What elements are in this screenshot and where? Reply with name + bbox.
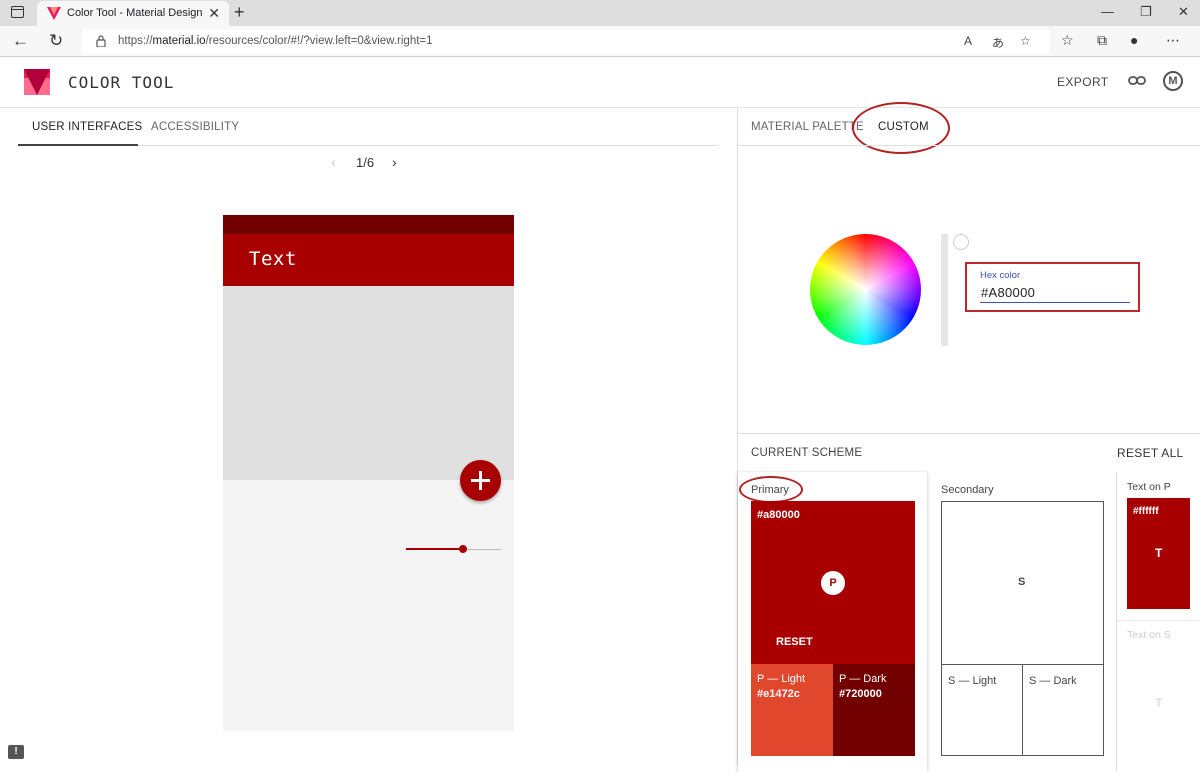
text-on-primary-label: Text on P [1127,481,1171,493]
preview-content-area [223,286,514,480]
tab-actions-icon[interactable] [11,6,24,18]
primary-hex: #a80000 [757,509,800,521]
material-favicon-icon [47,7,61,20]
refresh-icon[interactable]: ↻ [49,31,63,51]
text-on-secondary-badge: T [1155,696,1163,710]
text-on-primary-swatch[interactable]: #ffffff T [1127,498,1190,609]
tab-title: Color Tool - Material Design [67,7,203,19]
annotation-circle-custom [852,102,950,154]
pager-prev-icon[interactable]: ‹ [331,154,336,170]
tab-accessibility[interactable]: ACCESSIBILITY [151,121,239,133]
primary-light-swatch[interactable]: P — Light #e1472c [751,664,833,756]
maximize-icon[interactable]: ❐ [1140,4,1152,20]
text-on-primary-badge: T [1155,546,1163,560]
value-slider-knob[interactable] [953,234,969,250]
right-panel: MATERIAL PALETTE CUSTOM Hex color #A8000… [737,102,1200,772]
reset-all-button[interactable]: RESET ALL [1117,446,1184,460]
feedback-icon[interactable]: ! [8,745,24,759]
secondary-dark-swatch[interactable]: S — Dark [1022,664,1104,756]
secondary-light-label: S — Light [948,675,997,687]
favorites-icon[interactable]: ☆ [1061,32,1074,49]
text-on-primary-hex: #ffffff [1133,506,1159,517]
pager-counter: 1/6 [356,155,375,170]
material-logo-icon[interactable]: M [1163,71,1183,91]
hex-color-field[interactable]: Hex color #A80000 [965,262,1140,312]
text-card-divider [1117,620,1200,621]
profile-icon[interactable]: ● [1130,32,1138,48]
primary-dark-label: P — Dark [839,673,887,685]
preview-fab-add-icon[interactable] [460,460,501,501]
hex-color-label: Hex color [980,270,1021,281]
primary-swatch[interactable]: #a80000 P RESET [751,501,915,664]
color-tool-logo-icon [24,69,50,95]
preview-slider-thumb[interactable] [459,545,467,553]
annotation-circle-primary [739,476,803,503]
primary-dark-swatch[interactable]: P — Dark #720000 [833,664,915,756]
secondary-light-swatch[interactable]: S — Light [941,664,1023,756]
favorite-add-icon[interactable]: ☆ [1020,34,1031,48]
more-menu-icon[interactable]: ⋯ [1166,32,1180,49]
tab-divider [738,145,1200,146]
secondary-dark-label: S — Dark [1029,675,1077,687]
link-icon[interactable] [1128,74,1146,88]
preview-slider-fill [406,548,463,550]
text-color-card: Text on P #ffffff T Text on S T [1116,472,1200,772]
minimize-icon[interactable]: — [1101,4,1114,19]
browser-tab-bar: Color Tool - Material Design ✕ + — ❐ ✕ [0,0,1200,26]
left-panel: USER INTERFACES ACCESSIBILITY ‹ 1/6 › Te… [0,108,737,766]
value-slider[interactable] [941,234,948,346]
primary-badge: P [821,571,845,595]
address-bar[interactable]: https://material.io/resources/color/#!/?… [82,29,1050,54]
lock-icon [96,35,106,47]
back-icon[interactable]: ← [12,31,29,51]
preview-app-bar: Text [223,234,514,286]
hex-input-underline [980,302,1130,303]
primary-reset-button[interactable]: RESET [776,636,813,648]
read-aloud-icon[interactable]: A [964,34,972,48]
new-tab-button[interactable]: + [234,2,245,23]
export-button[interactable]: EXPORT [1057,75,1109,89]
hex-color-input[interactable]: #A80000 [981,285,1035,300]
secondary-swatch[interactable]: S [941,501,1104,665]
primary-dark-hex: #720000 [839,688,882,700]
url-text: https://material.io/resources/color/#!/?… [118,35,433,47]
translate-icon[interactable]: あ [992,34,1004,51]
scheme-divider [738,433,1200,434]
tab-material-palette[interactable]: MATERIAL PALETTE [751,121,864,133]
app-title: COLOR TOOL [68,73,175,92]
collections-icon[interactable]: ⧉ [1097,32,1107,49]
preview-status-bar [223,215,514,234]
browser-toolbar: ← ↻ https://material.io/resources/color/… [0,26,1200,57]
pager-next-icon[interactable]: › [392,154,397,170]
phone-preview: Text [223,215,514,731]
tab-user-interfaces[interactable]: USER INTERFACES [32,121,142,133]
preview-app-bar-text: Text [249,248,297,270]
browser-tab[interactable]: Color Tool - Material Design ✕ [37,1,229,26]
secondary-badge: S [1018,576,1026,588]
primary-color-card[interactable]: Primary #a80000 P RESET P — Light #e1472… [738,472,927,772]
secondary-label: Secondary [941,484,994,496]
window-close-icon[interactable]: ✕ [1178,4,1189,20]
primary-light-hex: #e1472c [757,688,800,700]
app-header: COLOR TOOL EXPORT M [0,57,1200,108]
color-wheel[interactable] [810,234,921,345]
current-scheme-heading: CURRENT SCHEME [751,447,863,459]
active-tab-indicator [18,144,138,146]
primary-light-label: P — Light [757,673,806,685]
text-on-secondary-label: Text on S [1127,629,1171,641]
tab-close-icon[interactable]: ✕ [208,5,220,22]
